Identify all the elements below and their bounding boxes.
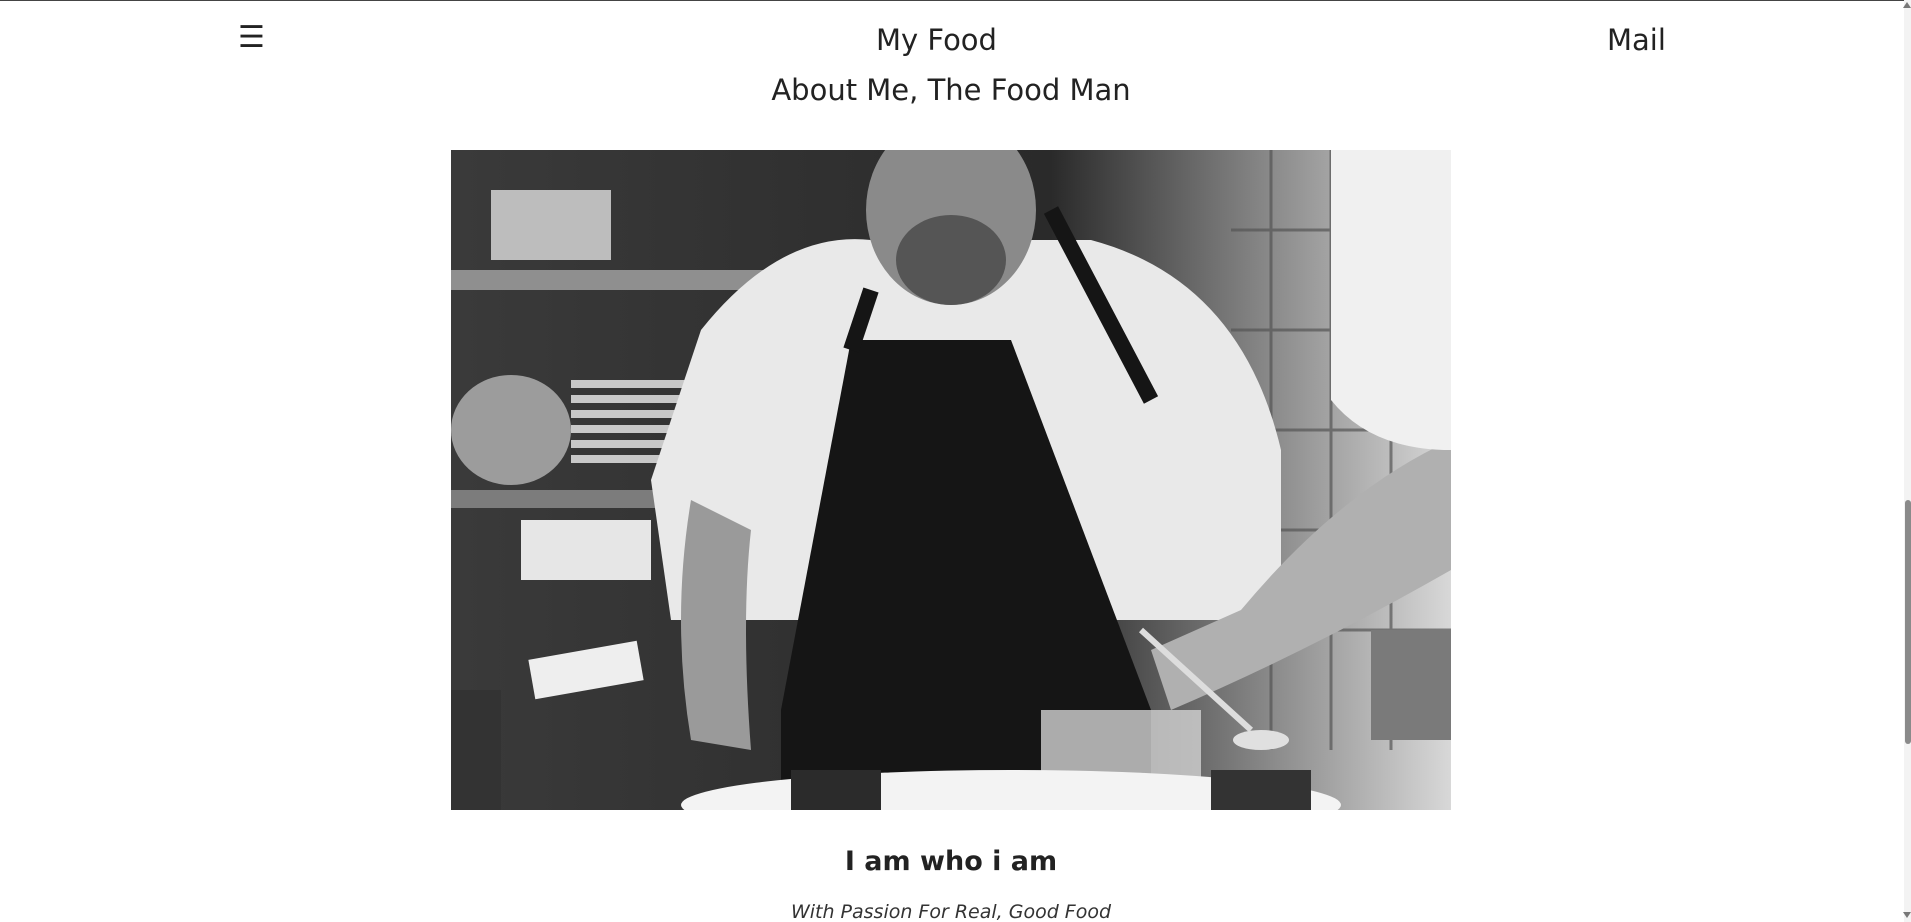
page-heading: About Me, The Food Man — [771, 73, 1131, 107]
window-top-border — [0, 0, 1911, 1]
scroll-down-arrow-icon[interactable] — [1903, 912, 1911, 918]
mail-link[interactable]: Mail — [1607, 22, 1666, 58]
scrollbar-thumb[interactable] — [1905, 500, 1911, 744]
site-title[interactable]: My Food — [0, 22, 1873, 58]
caption-subtitle: With Passion For Real, Good Food — [790, 901, 1112, 922]
scrollbar-track[interactable] — [1904, 0, 1911, 922]
caption-title: I am who i am — [844, 846, 1058, 877]
page: ☰ My Food Mail About Me, The Food Man I … — [0, 0, 1911, 922]
chef-hero-image — [451, 150, 1451, 810]
scroll-up-arrow-icon[interactable] — [1903, 2, 1911, 8]
